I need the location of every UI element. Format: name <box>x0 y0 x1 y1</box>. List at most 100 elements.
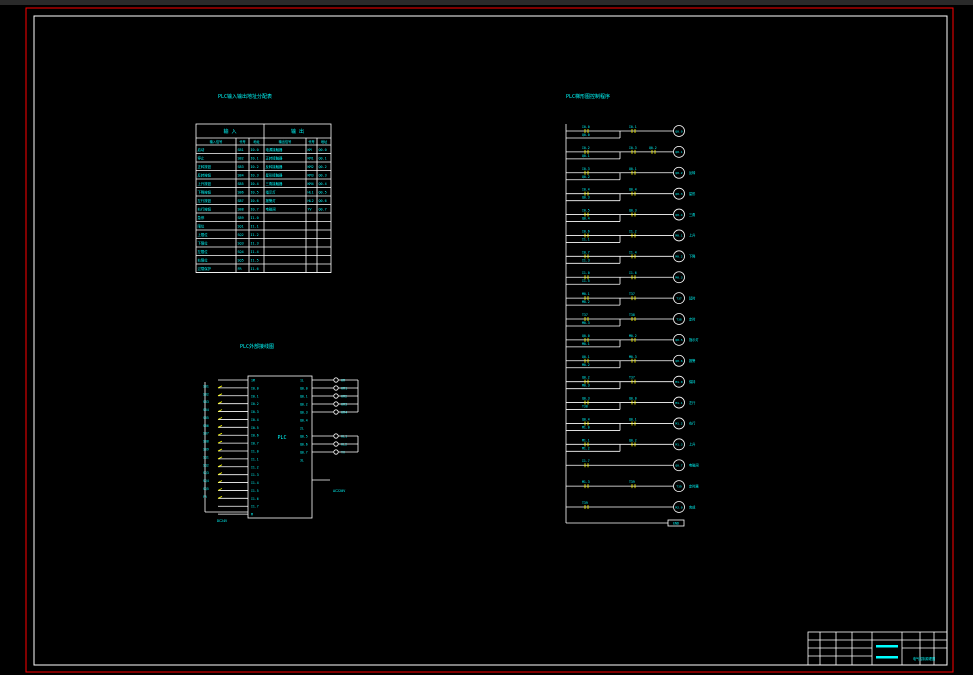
plc-output-pin: Q0.5 <box>300 435 308 439</box>
plc-output-pin: Q0.2 <box>300 403 308 407</box>
io-table-cell: Q0.0 <box>319 148 327 152</box>
series-contact-label: T37 <box>629 376 635 380</box>
io-table-cell: 指示灯 <box>266 190 277 195</box>
io-table-cell: 上限位 <box>198 232 209 237</box>
series-contact-label: I1.2 <box>629 229 637 233</box>
coil-label: M0.3 <box>675 276 682 280</box>
coil-label: T38 <box>676 317 682 321</box>
contact-label: M0.3 <box>582 384 590 388</box>
plc-input-pin: I1.2 <box>251 465 259 469</box>
coil-label: M1.3 <box>675 443 682 447</box>
io-table-cell: I1.0 <box>251 216 259 220</box>
io-table-cell: I0.1 <box>251 157 259 161</box>
input-power-label: DC24V <box>217 519 227 523</box>
coil-label: M1.0 <box>675 380 682 384</box>
io-table-cell: SB2 <box>238 157 244 161</box>
coil-label: Q0.0 <box>675 129 682 133</box>
series-contact-label: T37 <box>629 292 635 296</box>
io-table-subheader: 地址 <box>321 139 328 144</box>
contact-label: I0.3 <box>582 167 590 171</box>
io-table-cell: Q0.6 <box>319 199 327 203</box>
plc-output-pin: Q0.7 <box>300 451 308 455</box>
io-table-cell: 三角接触器 <box>266 181 284 186</box>
io-table-cell: 反转接触器 <box>266 164 284 169</box>
input-device-label: SB4 <box>203 408 209 412</box>
series-contact-label: Q0.4 <box>629 188 637 192</box>
io-table-cell: SB8 <box>238 208 244 212</box>
contact-label: Q0.2 <box>582 175 590 179</box>
io-table-cell: SQ3 <box>238 242 244 246</box>
plc-output-pin: Q0.4 <box>300 419 308 423</box>
coil-label: Q0.5 <box>675 338 682 342</box>
output-device-label: KM1 <box>341 387 347 391</box>
series-contact-label: T38 <box>629 313 635 317</box>
series-contact-label: Q0.1 <box>629 167 637 171</box>
contact-label: I1.1 <box>582 237 590 241</box>
io-table-subheader: 地址 <box>253 139 260 144</box>
contact-label: I1.7 <box>582 459 590 463</box>
coil-note: 三角 <box>689 212 695 217</box>
io-table-cell: 正转按钮 <box>198 164 212 169</box>
plc-output-pin: Q0.3 <box>300 411 308 415</box>
coil-note: 反转 <box>689 170 696 175</box>
io-table-cell: SQ5 <box>238 259 244 263</box>
io-table-header-input: 输 入 <box>223 128 236 135</box>
io-table-cell: 右行按钮 <box>198 207 212 212</box>
io-table-cell: HL2 <box>308 199 314 203</box>
contact-label: I0.5 <box>582 209 590 213</box>
contact-label: M0.3 <box>582 321 590 325</box>
input-device-label: SB1 <box>203 384 209 388</box>
io-table-cell: I0.6 <box>251 199 259 203</box>
contact-label: Q0.0 <box>582 334 590 338</box>
io-table-cell: SB9 <box>238 216 244 220</box>
input-device-label: SB3 <box>203 400 209 404</box>
io-table-cell: I0.5 <box>251 191 259 195</box>
contact-label: I0.0 <box>582 125 590 129</box>
output-coil <box>333 409 339 415</box>
io-table-cell: SB3 <box>238 165 244 169</box>
series-contact-label: Q0.3 <box>629 209 637 213</box>
plc-wiring-diagram: PLC外部接线图 PLC 1M I0.0 SB1 I0.1 SB2 I0.2 SB3 I0.3 SB… <box>203 343 359 523</box>
contact-label: Q0.0 <box>582 133 590 137</box>
input-device-label: SQ2 <box>203 463 209 467</box>
contact-label: Q0.1 <box>582 355 590 359</box>
io-table-cell: 上升按钮 <box>198 181 212 186</box>
io-table-cell: Q0.4 <box>319 182 327 186</box>
io-table-cell: KM4 <box>308 182 314 186</box>
io-table-cell: 反转按钮 <box>198 173 212 178</box>
output-coil <box>333 393 339 399</box>
series-contact-label: M0.3 <box>629 355 637 359</box>
io-table-cell: 左行按钮 <box>198 198 212 203</box>
io-table-cell: KM1 <box>308 157 314 161</box>
cad-drawing-sheet[interactable]: PLC输入输出地址分配表输 入 输 出输入信号 代号 地址 输出信号 代号 地址启动 SB1 I… <box>0 5 973 675</box>
plc-input-pin: I1.6 <box>251 497 259 501</box>
coil-label: Q0.4 <box>675 213 682 217</box>
io-table-subheader: 代号 <box>239 139 245 144</box>
plc-output-pin: 2L <box>300 427 304 431</box>
coil-label: M0.1 <box>675 234 682 238</box>
plc-input-pin: I1.3 <box>251 473 259 477</box>
input-device-label: SQ3 <box>203 471 209 475</box>
output-coil <box>333 401 339 407</box>
plc-output-pin: Q0.6 <box>300 443 308 447</box>
io-table-cell: I0.0 <box>251 148 259 152</box>
io-table-cell: I1.2 <box>251 233 259 237</box>
output-coil <box>333 449 339 455</box>
contact-label: M0.2 <box>582 363 590 367</box>
coil-label: M2.0 <box>675 505 682 509</box>
contact-label: T39 <box>582 501 588 505</box>
coil-label: T39 <box>676 484 682 488</box>
coil-label: M1.2 <box>675 422 682 426</box>
output-power-label: AC220V <box>333 489 345 493</box>
plc-input-pin: I0.7 <box>251 442 259 446</box>
plc-wiring-title: PLC外部接线图 <box>240 343 274 350</box>
series-contact-label: I0.3 <box>629 146 637 150</box>
io-table-cell: 启动 <box>198 147 205 152</box>
input-device-label: SQ1 <box>203 455 209 459</box>
coil-label: M0.2 <box>675 255 682 259</box>
coil-note: 保持 <box>689 379 696 384</box>
contact-label: M0.1 <box>582 292 590 296</box>
io-table-cell: 下限位 <box>198 241 209 246</box>
title-block-bar <box>876 645 898 648</box>
coil-label: Q0.2 <box>675 171 682 175</box>
